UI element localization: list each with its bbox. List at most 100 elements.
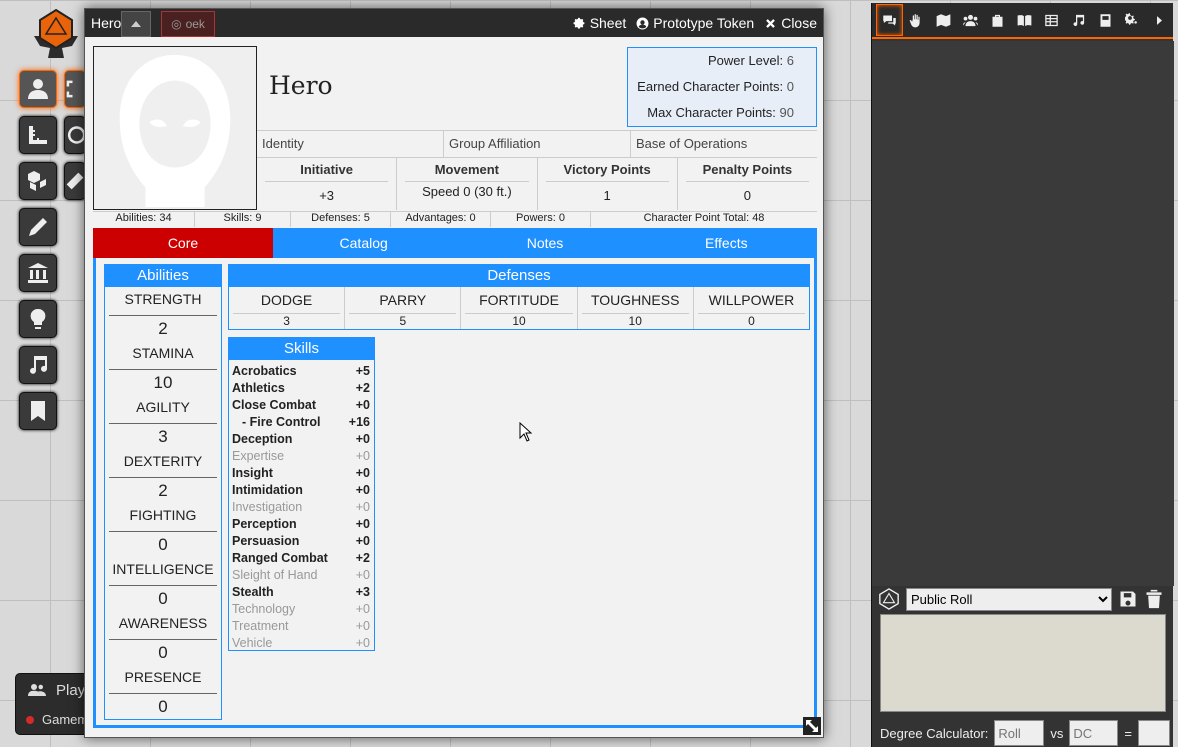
skill-row[interactable]: Technology +0 (229, 601, 374, 618)
d20-icon (879, 588, 899, 610)
ability-name: PRESENCE (124, 669, 202, 685)
ability-value[interactable]: 0 (109, 585, 217, 611)
penalty-points-value[interactable]: 0 (678, 182, 817, 203)
drawing-tools-button[interactable] (19, 208, 57, 246)
initiative-cell: Initiative +3 (257, 158, 398, 210)
skill-row[interactable]: Sleight of Hand +0 (229, 567, 374, 584)
character-name[interactable]: Hero (269, 71, 333, 100)
resize-handle[interactable] (803, 717, 821, 735)
tab-notes[interactable]: Notes (454, 228, 635, 258)
lighting-controls-button[interactable] (19, 300, 57, 338)
settings-tab[interactable] (1119, 4, 1146, 36)
close-button[interactable]: Close (764, 15, 817, 31)
ability-value[interactable]: 2 (109, 315, 217, 341)
trash-icon[interactable] (1144, 589, 1164, 609)
skill-row[interactable]: Insight +0 (229, 465, 374, 482)
target-controls-button[interactable] (64, 116, 86, 154)
close-icon (766, 18, 776, 28)
defense-name[interactable]: PARRY (345, 287, 460, 313)
skill-row[interactable]: Athletics +2 (229, 380, 374, 397)
movement-value[interactable]: Speed 0 (30 ft.) (397, 182, 536, 199)
advantages-total: Advantages: 0 (391, 211, 491, 227)
roll-mode-select[interactable]: Public Roll (906, 587, 1112, 611)
identity-field[interactable]: Identity (257, 131, 444, 157)
ability-value[interactable]: 2 (109, 477, 217, 503)
walls-controls-button[interactable] (19, 254, 57, 292)
ability-value[interactable]: 0 (109, 639, 217, 665)
tables-tab[interactable] (1038, 4, 1065, 36)
skill-row[interactable]: - Fire Control +16 (229, 414, 374, 431)
tiles-controls-button[interactable] (19, 162, 57, 200)
collapse-sidebar-tab[interactable] (1146, 4, 1173, 36)
skill-row[interactable]: Perception +0 (229, 516, 374, 533)
defense-name[interactable]: FORTITUDE (461, 287, 576, 313)
sheet-header[interactable]: Hero ◎ oek Sheet Prototype Token Close (85, 9, 823, 37)
chat-tab[interactable] (876, 4, 903, 36)
earned-points-value[interactable]: 0 (787, 79, 794, 94)
sheet-tabs: Core Catalog Notes Effects (93, 228, 817, 258)
compendium-tab[interactable] (1092, 4, 1119, 36)
token-controls-button[interactable] (19, 70, 57, 108)
skill-bonus: +16 (348, 415, 370, 429)
actors-tab[interactable] (957, 4, 984, 36)
tab-core[interactable]: Core (93, 228, 273, 258)
skill-row[interactable]: Deception +0 (229, 431, 374, 448)
tab-effects[interactable]: Effects (636, 228, 817, 258)
dc-input[interactable] (1069, 720, 1119, 746)
power-level-value[interactable]: 6 (787, 53, 794, 68)
scenes-tab[interactable] (930, 4, 957, 36)
skill-bonus: +2 (355, 381, 370, 395)
movement-cell: Movement Speed 0 (30 ft.) (397, 158, 538, 210)
ability-value[interactable]: 10 (109, 369, 217, 395)
abilities-title: Abilities (105, 265, 221, 287)
skills-title: Skills (229, 338, 374, 360)
journal-tab[interactable] (1011, 4, 1038, 36)
minimize-button[interactable] (121, 11, 151, 37)
prototype-token-button[interactable]: Prototype Token (636, 15, 754, 31)
skill-row[interactable]: Acrobatics +5 (229, 363, 374, 380)
player-row-gm[interactable]: Gamem (26, 712, 88, 727)
degree-result-input[interactable] (1137, 720, 1170, 746)
skill-row[interactable]: Vehicle +0 (229, 635, 374, 652)
sheet-config-button[interactable]: Sheet (573, 15, 626, 31)
character-portrait[interactable] (93, 46, 257, 210)
tab-catalog[interactable]: Catalog (273, 228, 454, 258)
group-affiliation-field[interactable]: Group Affiliation (444, 131, 631, 157)
measure-controls-button[interactable] (19, 116, 57, 154)
skill-row[interactable]: Investigation +0 (229, 499, 374, 516)
skill-row[interactable]: Expertise +0 (229, 448, 374, 465)
defense-name[interactable]: WILLPOWER (694, 287, 809, 313)
ability-value[interactable]: 0 (109, 531, 217, 557)
items-tab[interactable] (984, 4, 1011, 36)
skill-bonus: +0 (355, 500, 370, 514)
sound-controls-button[interactable] (19, 346, 57, 384)
token-badge[interactable]: ◎ oek (161, 11, 215, 37)
initiative-value[interactable]: +3 (257, 182, 396, 203)
notes-controls-button[interactable] (19, 392, 57, 430)
skill-row[interactable]: Intimidation +0 (229, 482, 374, 499)
base-of-operations-field[interactable]: Base of Operations (631, 131, 817, 157)
ability-value[interactable]: 3 (109, 423, 217, 449)
skill-row[interactable]: Treatment +0 (229, 618, 374, 635)
playlists-tab[interactable] (1065, 4, 1092, 36)
skill-row[interactable]: Close Combat +0 (229, 397, 374, 414)
ruler-button[interactable] (64, 162, 86, 200)
skills-total: Skills: 9 (195, 211, 291, 227)
defense-name[interactable]: TOUGHNESS (578, 287, 693, 313)
chat-log[interactable] (872, 41, 1174, 586)
max-points-value[interactable]: 90 (780, 105, 794, 120)
defense-name[interactable]: DODGE (229, 287, 344, 313)
skill-name: Sleight of Hand (232, 568, 318, 582)
skill-row[interactable]: Stealth +3 (229, 584, 374, 601)
victory-points-value[interactable]: 1 (538, 182, 677, 203)
select-targets-button[interactable] (64, 70, 86, 108)
chat-message-input[interactable] (880, 614, 1166, 712)
skill-row[interactable]: Ranged Combat +2 (229, 550, 374, 567)
skill-name: Investigation (232, 500, 303, 514)
power-level-line: Power Level: 6 (636, 52, 808, 78)
combat-tab[interactable] (903, 4, 930, 36)
skill-row[interactable]: Persuasion +0 (229, 533, 374, 550)
save-icon[interactable] (1118, 589, 1138, 609)
ability-value[interactable]: 0 (109, 693, 217, 719)
roll-input[interactable] (994, 720, 1045, 746)
